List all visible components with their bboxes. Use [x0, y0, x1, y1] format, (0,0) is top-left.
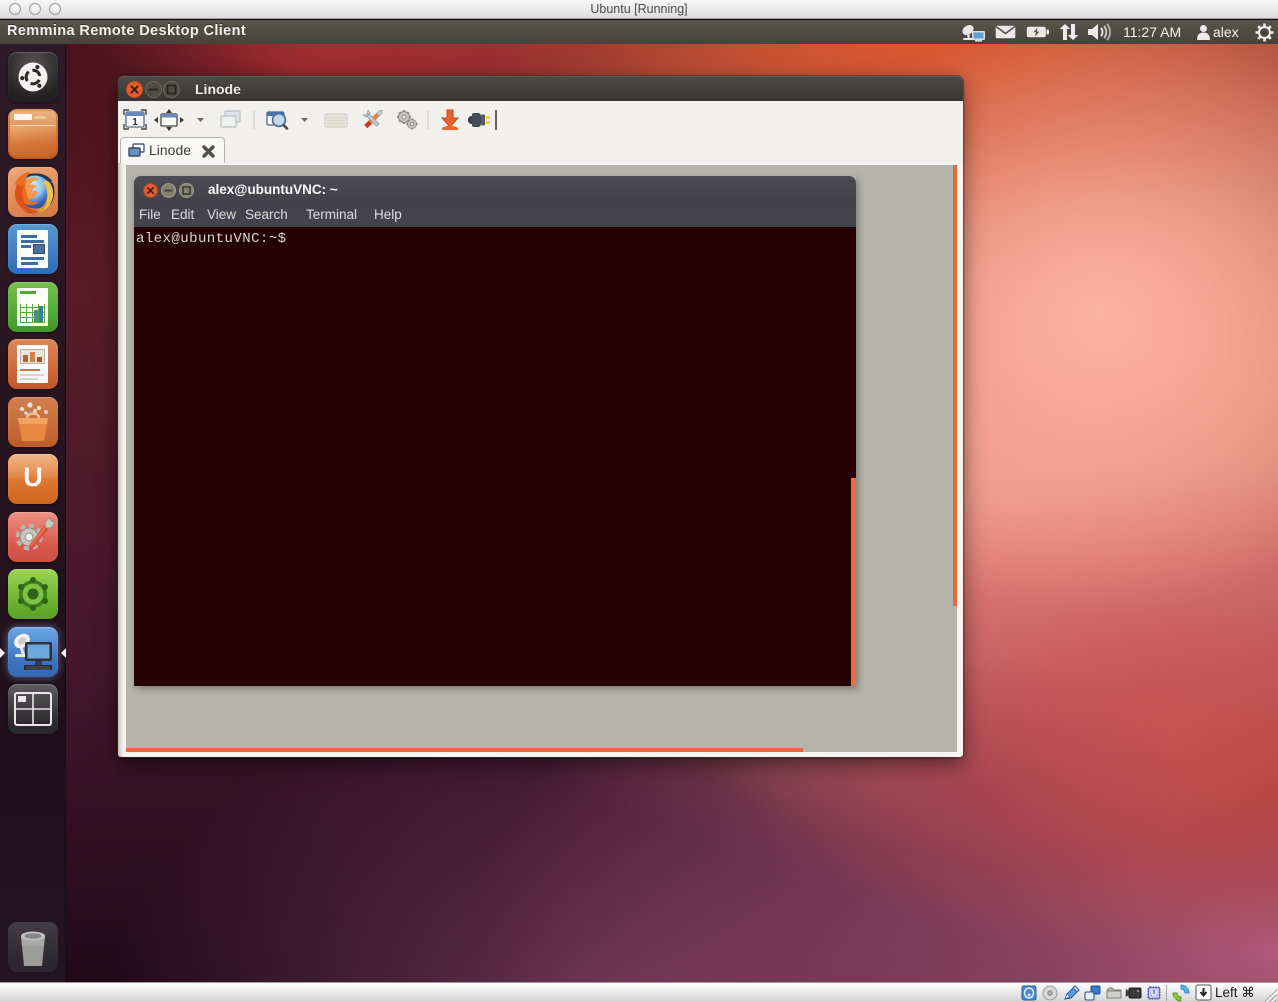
svg-text:1: 1 — [132, 117, 138, 128]
